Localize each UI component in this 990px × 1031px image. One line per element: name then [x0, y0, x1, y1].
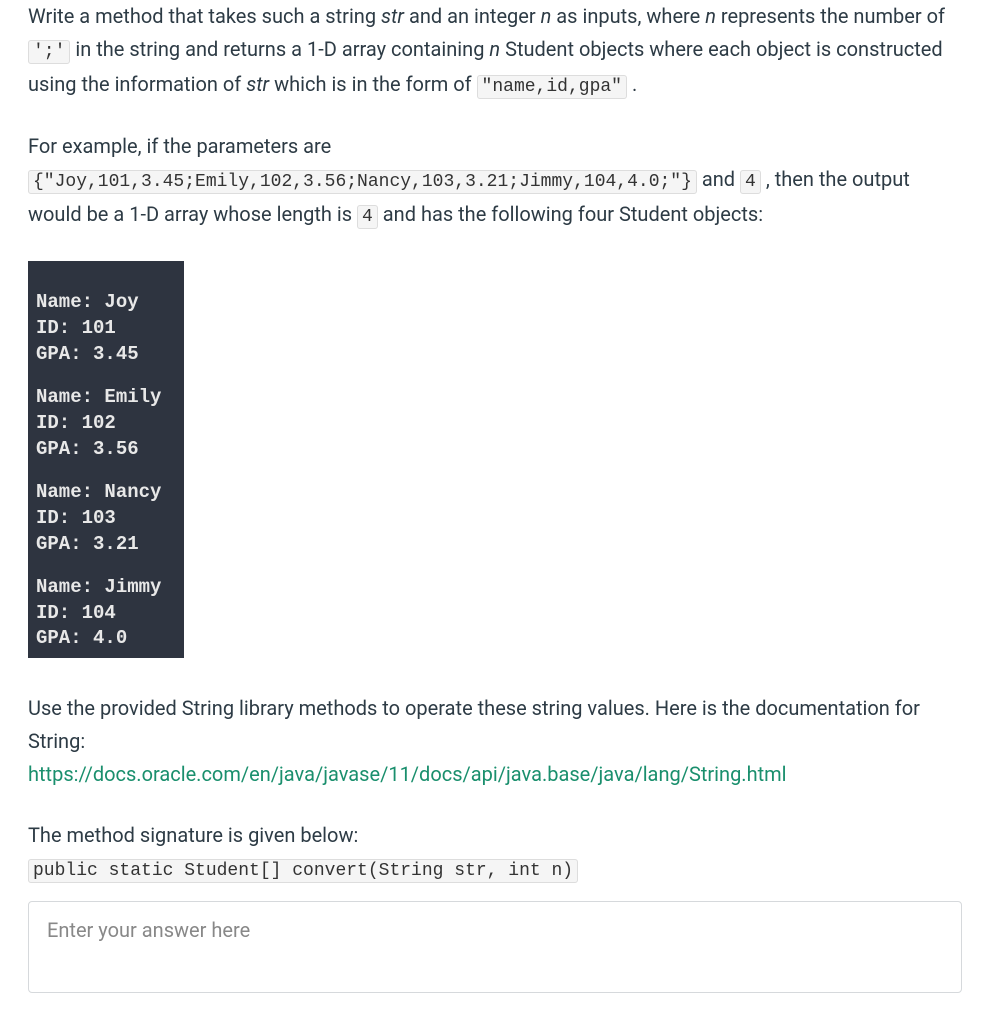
text: . — [627, 72, 637, 96]
text: Use the provided String library methods … — [28, 696, 920, 753]
text: and — [697, 167, 740, 191]
var-n: n — [705, 4, 716, 28]
student-block-1: Name: Emily ID: 102 GPA: 3.56 — [36, 385, 176, 462]
answer-input[interactable] — [28, 901, 962, 993]
var-n: n — [541, 4, 552, 28]
var-n: n — [489, 37, 500, 61]
text: The method signature is given below: — [28, 823, 358, 847]
problem-paragraph-2: For example, if the parameters are {"Joy… — [28, 130, 962, 232]
code-semicolon: ';' — [28, 40, 70, 64]
terminal-output: Name: Joy ID: 101 GPA: 3.45 Name: Emily I… — [28, 261, 184, 658]
text: in the string and returns a 1-D array co… — [70, 37, 489, 61]
student-block-3: Name: Jimmy ID: 104 GPA: 4.0 — [36, 575, 176, 652]
student-block-0: Name: Joy ID: 101 GPA: 3.45 — [36, 290, 176, 367]
text: Write a method that takes such a string — [28, 4, 381, 28]
problem-paragraph-4: The method signature is given below: pub… — [28, 819, 962, 887]
problem-paragraph-3: Use the provided String library methods … — [28, 692, 962, 791]
code-method-signature: public static Student[] convert(String s… — [28, 859, 578, 883]
text: and an integer — [404, 4, 541, 28]
text: For example, if the parameters are — [28, 134, 331, 158]
var-str: str — [246, 72, 269, 96]
code-format: "name,id,gpa" — [477, 75, 627, 99]
text: which is in the form of — [269, 72, 476, 96]
doc-link-string[interactable]: https://docs.oracle.com/en/java/javase/1… — [28, 762, 787, 786]
code-length: 4 — [357, 205, 378, 229]
student-block-2: Name: Nancy ID: 103 GPA: 3.21 — [36, 480, 176, 557]
text: as inputs, where — [551, 4, 705, 28]
code-example-n: 4 — [740, 170, 761, 194]
code-example-input: {"Joy,101,3.45;Emily,102,3.56;Nancy,103,… — [28, 170, 697, 194]
text: and has the following four Student objec… — [378, 202, 763, 226]
var-str: str — [381, 4, 404, 28]
problem-paragraph-1: Write a method that takes such a string … — [28, 0, 962, 102]
text: represents the number of — [716, 4, 945, 28]
